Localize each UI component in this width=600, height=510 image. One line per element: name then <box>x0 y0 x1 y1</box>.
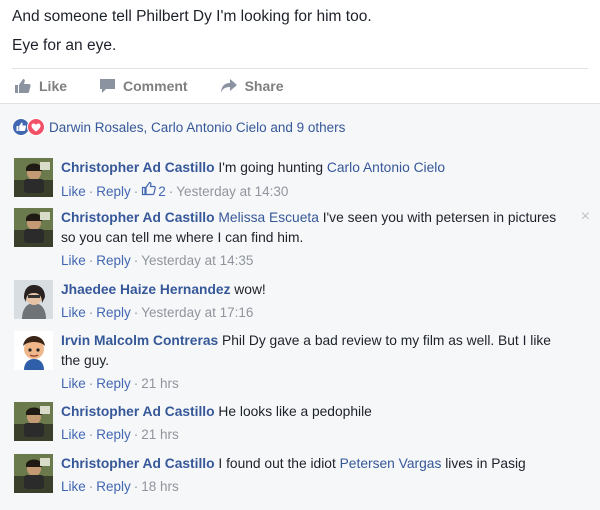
comment-author[interactable]: Irvin Malcolm Contreras <box>61 333 218 348</box>
comment-author[interactable]: Christopher Ad Castillo <box>61 404 215 419</box>
comment-mention[interactable]: Carlo Antonio Cielo <box>327 160 445 175</box>
share-arrow-icon <box>220 78 238 94</box>
comment-like-link[interactable]: Like <box>61 182 86 201</box>
comment-reply-link[interactable]: Reply <box>96 303 131 322</box>
comment-timestamp[interactable]: Yesterday at 14:30 <box>176 182 288 201</box>
comment-like-count[interactable]: 2 <box>141 181 166 201</box>
comment-author[interactable]: Christopher Ad Castillo <box>61 160 215 175</box>
comment-like-link[interactable]: Like <box>61 251 86 270</box>
comments-section: Darwin Rosales, Carlo Antonio Cielo and … <box>0 103 600 510</box>
comment-text: I found out the idiot <box>214 456 340 471</box>
comment-text: I've seen you with petersen in pictures <box>318 210 557 225</box>
reaction-icons <box>12 118 45 136</box>
share-button[interactable]: Share <box>220 78 284 94</box>
post-actions-bar: Like Comment Share <box>12 68 588 103</box>
like-button[interactable]: Like <box>14 78 67 94</box>
comment-item: Irvin Malcolm Contreras Phil Dy gave a b… <box>14 331 590 393</box>
comment-timestamp[interactable]: 21 hrs <box>141 425 179 444</box>
comment-item: Christopher Ad Castillo I'm going huntin… <box>14 158 590 201</box>
comment-timestamp[interactable]: Yesterday at 17:16 <box>141 303 253 322</box>
comment-item: Jhaedee Haize Hernandez wow! Like · Reply… <box>14 280 590 322</box>
comment-item: Christopher Ad Castillo I found out the … <box>14 454 590 496</box>
comment-meta: Like · Reply · Yesterday at 14:35 <box>61 251 254 270</box>
avatar[interactable] <box>14 402 53 441</box>
comment-mention[interactable]: Melissa Escueta <box>218 210 318 225</box>
close-icon[interactable]: × <box>581 208 590 226</box>
post-line-1: And someone tell Philbert Dy I'm looking… <box>12 8 372 25</box>
comment-button[interactable]: Comment <box>99 78 188 94</box>
comment-author[interactable]: Christopher Ad Castillo <box>61 456 215 471</box>
comment-text-line-2: the guy. <box>61 353 110 368</box>
comment-text: He looks like a pedophile <box>214 404 372 419</box>
love-reaction-icon <box>27 118 45 136</box>
comment-mention[interactable]: Petersen Vargas <box>340 456 442 471</box>
comment-reply-link[interactable]: Reply <box>96 374 131 393</box>
comment-author[interactable]: Jhaedee Haize Hernandez <box>61 282 230 297</box>
comment-author[interactable]: Christopher Ad Castillo <box>61 210 215 225</box>
post-line-2: Eye for an eye. <box>12 37 117 54</box>
comment-text: wow! <box>230 282 266 297</box>
comment-like-link[interactable]: Like <box>61 425 86 444</box>
comment-reply-link[interactable]: Reply <box>96 182 131 201</box>
comment-text-line-2: so you can tell me where I can find him. <box>61 230 304 245</box>
comment-timestamp[interactable]: Yesterday at 14:35 <box>141 251 253 270</box>
reactions-summary[interactable]: Darwin Rosales, Carlo Antonio Cielo and … <box>0 104 600 138</box>
comment-item: Christopher Ad Castillo He looks like a … <box>14 402 590 444</box>
comment-timestamp[interactable]: 21 hrs <box>141 374 179 393</box>
comment-meta: Like · Reply · 2 · Yesterday at 14:30 <box>61 181 445 201</box>
comment-reply-link[interactable]: Reply <box>96 477 131 496</box>
comment-timestamp[interactable]: 18 hrs <box>141 477 179 496</box>
comment-text: I'm going hunting <box>214 160 327 175</box>
avatar[interactable] <box>14 454 53 493</box>
comment-reply-link[interactable]: Reply <box>96 425 131 444</box>
avatar[interactable] <box>14 158 53 197</box>
comment-like-link[interactable]: Like <box>61 477 86 496</box>
comment-item: Christopher Ad Castillo Melissa Escueta … <box>14 208 590 270</box>
comment-like-link[interactable]: Like <box>61 303 86 322</box>
comment-meta: Like · Reply · 21 hrs <box>61 425 179 444</box>
comment-meta: Like · Reply · 21 hrs <box>61 374 179 393</box>
comment-meta: Like · Reply · Yesterday at 17:16 <box>61 303 254 322</box>
comment-text-end: lives in Pasig <box>441 456 526 471</box>
thumbs-up-icon <box>14 78 32 94</box>
avatar[interactable] <box>14 208 53 247</box>
avatar[interactable] <box>14 280 53 319</box>
comment-text: Phil Dy gave a bad review to my film as … <box>218 333 551 348</box>
avatar[interactable] <box>14 331 53 370</box>
thumbs-up-outline-icon <box>141 181 157 201</box>
reaction-names[interactable]: Darwin Rosales, Carlo Antonio Cielo and … <box>49 120 345 135</box>
post-text: And someone tell Philbert Dy I'm looking… <box>0 0 600 60</box>
speech-bubble-icon <box>99 78 116 94</box>
comment-reply-link[interactable]: Reply <box>96 251 131 270</box>
comment-meta: Like · Reply · 18 hrs <box>61 477 179 496</box>
comment-like-link[interactable]: Like <box>61 374 86 393</box>
